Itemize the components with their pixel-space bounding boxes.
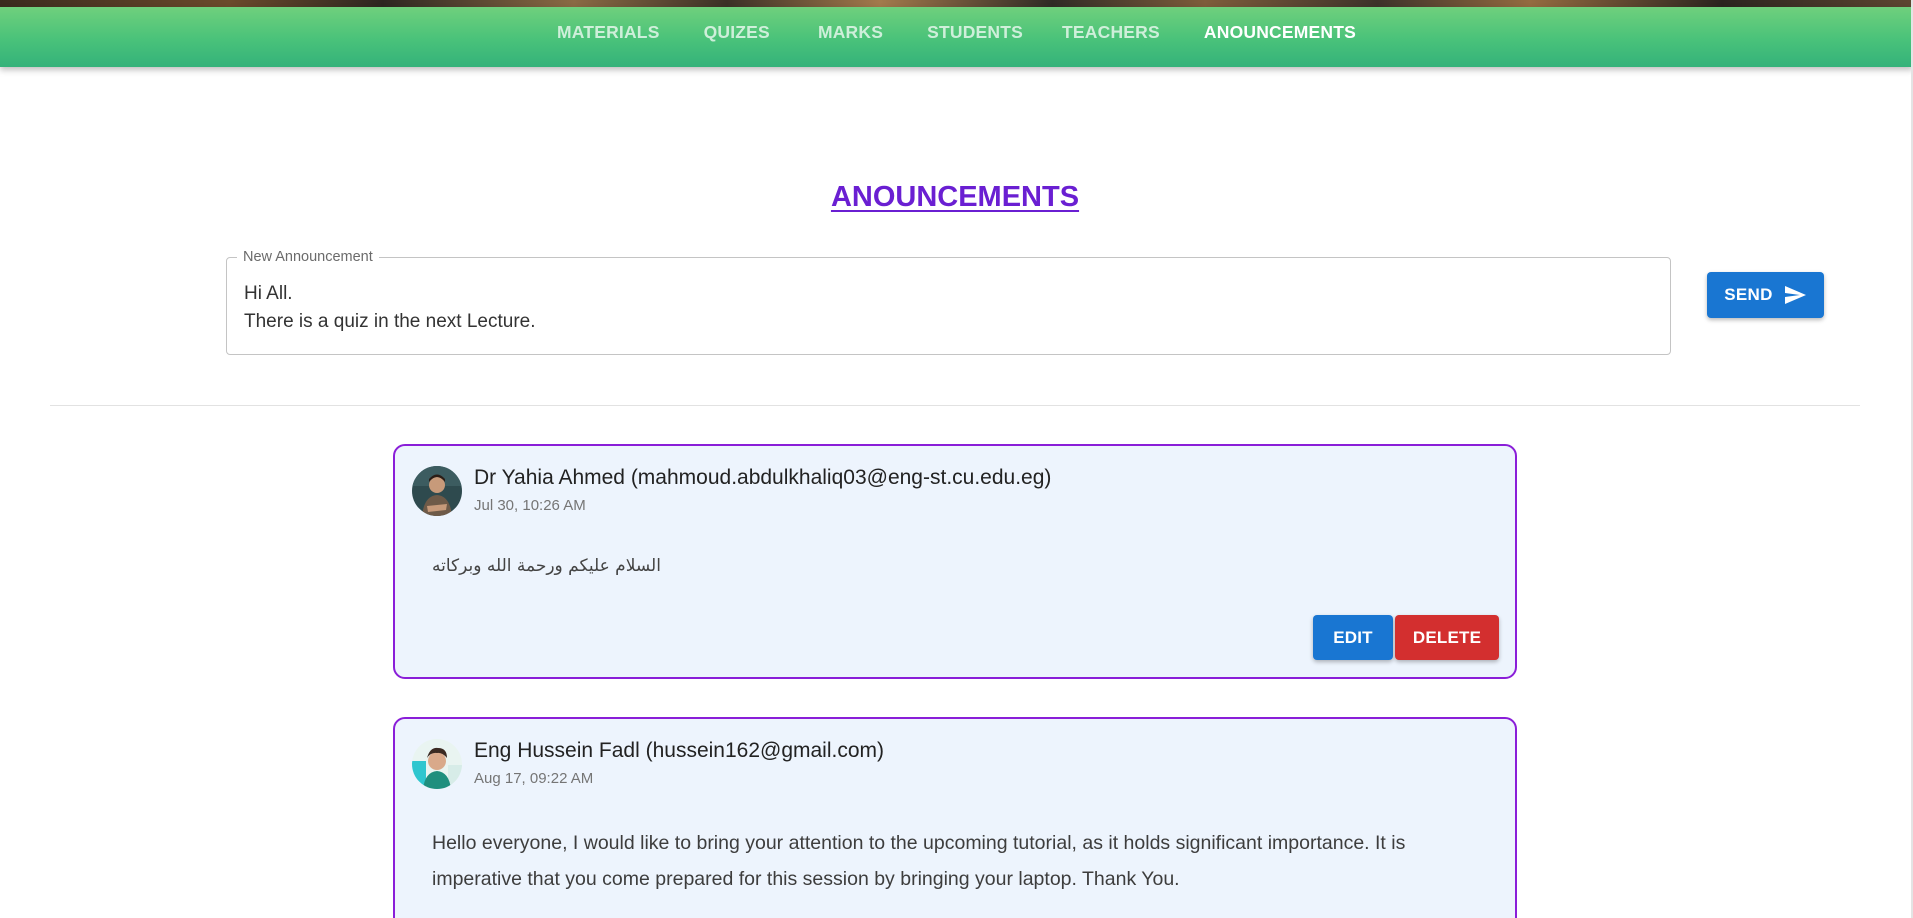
header-banner-image [0,0,1913,7]
author-photo [412,466,462,516]
delete-button[interactable]: DELETE [1395,615,1499,660]
author-photo [412,739,462,789]
announcement-date: Jul 30, 10:26 AM [474,497,586,514]
nav-tab-teachers[interactable]: TEACHERS [1042,22,1184,43]
send-button-label: SEND [1724,285,1773,304]
section-divider [50,405,1860,406]
edit-button[interactable]: EDIT [1313,615,1393,660]
announcement-card: Dr Yahia Ahmed (mahmoud.abdulkhaliq03@en… [393,444,1517,679]
nav-tabs: MATERIALS QUIZES MARKS STUDENTS TEACHERS… [537,22,1376,43]
page: MATERIALS QUIZES MARKS STUDENTS TEACHERS… [0,0,1913,918]
nav-tab-quizes[interactable]: QUIZES [684,22,798,43]
announcement-author: Eng Hussein Fadl (hussein162@gmail.com) [474,739,885,762]
avatar [412,466,462,516]
new-announcement-input[interactable]: Hi All. There is a quiz in the next Lect… [244,280,536,336]
nav-tab-marks[interactable]: MARKS [798,22,907,43]
announcement-card: Eng Hussein Fadl (hussein162@gmail.com) … [393,717,1517,918]
page-title: ANOUNCEMENTS [830,181,1080,213]
new-announcement-label: New Announcement [237,249,379,265]
top-navbar: MATERIALS QUIZES MARKS STUDENTS TEACHERS… [0,7,1913,67]
nav-tab-students[interactable]: STUDENTS [907,22,1042,43]
announcement-date: Aug 17, 09:22 AM [474,770,594,787]
nav-tab-materials[interactable]: MATERIALS [537,22,684,43]
avatar [412,739,462,789]
new-announcement-field[interactable]: New Announcement Hi All. There is a quiz… [226,249,1671,355]
send-button[interactable]: SEND [1707,272,1824,318]
announcement-author: Dr Yahia Ahmed (mahmoud.abdulkhaliq03@en… [474,466,1052,489]
nav-tab-announcements[interactable]: ANOUNCEMENTS [1184,22,1376,43]
announcement-message: السلام عليكم ورحمة الله وبركاته [432,556,661,576]
send-icon [1784,286,1806,304]
announcement-message: Hello everyone, I would like to bring yo… [432,832,1406,890]
